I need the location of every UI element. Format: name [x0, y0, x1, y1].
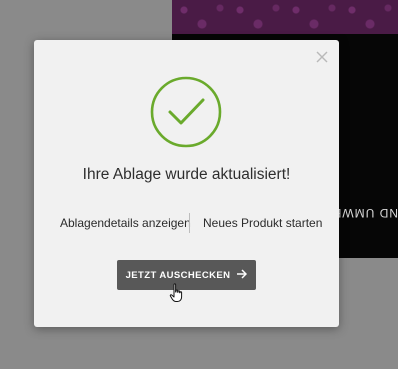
view-details-link[interactable]: Ablagendetails anzeigen — [60, 216, 191, 230]
background-pattern — [172, 0, 398, 34]
checkout-button[interactable]: JETZT AUSCHECKEN — [117, 260, 256, 290]
close-icon[interactable] — [315, 50, 329, 64]
new-product-link[interactable]: Neues Produkt starten — [203, 216, 322, 230]
link-divider — [189, 213, 190, 233]
checkout-button-label: JETZT AUSCHECKEN — [125, 269, 231, 281]
confirmation-modal: Ihre Ablage wurde aktualisiert! Ablagend… — [34, 40, 339, 327]
hand-pointer-cursor-icon — [169, 283, 185, 303]
checkmark-circle-icon — [150, 76, 222, 148]
modal-links: Ablagendetails anzeigen Neues Produkt st… — [34, 213, 339, 234]
arrow-right-icon — [236, 268, 248, 282]
modal-title: Ihre Ablage wurde aktualisiert! — [82, 166, 291, 183]
